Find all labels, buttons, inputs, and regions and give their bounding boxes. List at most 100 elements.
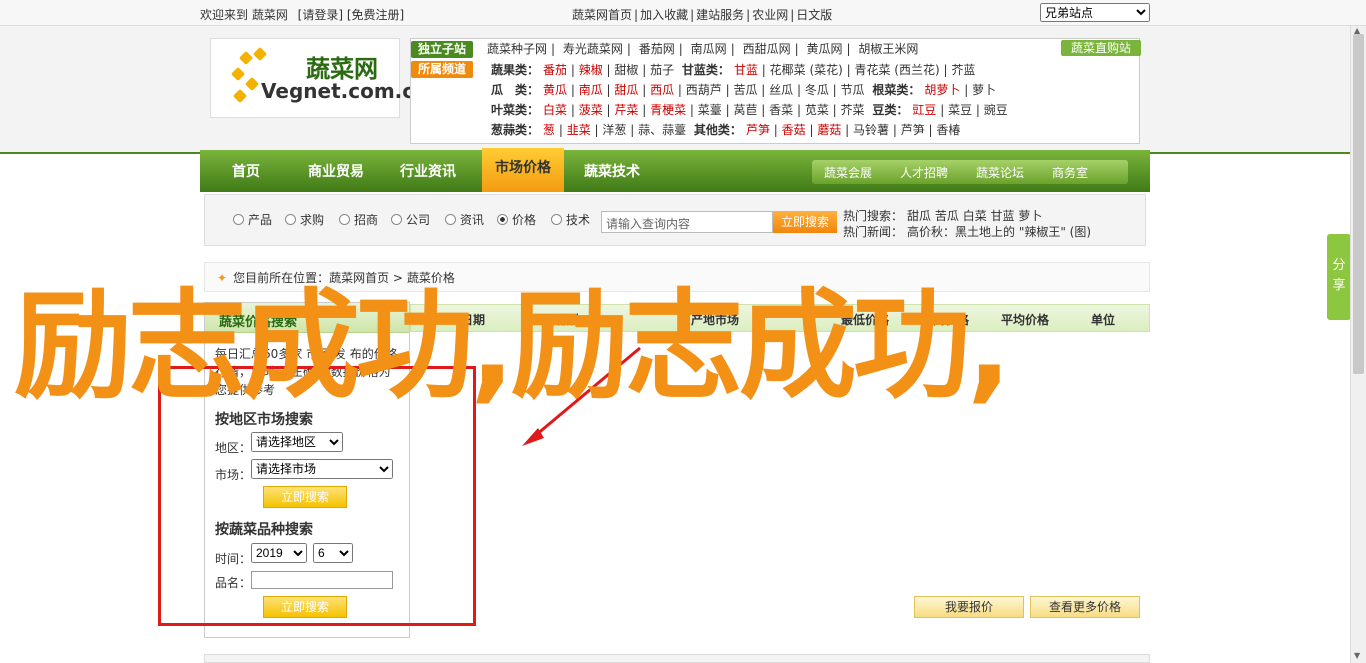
search-option-news[interactable]: 资讯 bbox=[445, 211, 484, 228]
category-link[interactable]: 苋菜 bbox=[805, 103, 829, 117]
category-link[interactable]: 冬瓜 bbox=[805, 83, 829, 97]
login-link[interactable]: [请登录] bbox=[298, 8, 343, 22]
category-link[interactable]: 蒜、蒜薹 bbox=[638, 123, 686, 137]
top-link-home[interactable]: 蔬菜网首页 bbox=[572, 8, 632, 22]
hot-news-link[interactable]: 高价秋：黑土地上的 "辣椒王" (图) bbox=[907, 225, 1091, 239]
category-link[interactable]: 甜椒 bbox=[614, 63, 638, 77]
category-link[interactable]: 辣椒 bbox=[579, 63, 603, 77]
search-input[interactable]: 请输入查询内容 bbox=[601, 211, 773, 233]
hot-term[interactable]: 白菜 bbox=[963, 209, 987, 223]
category-link[interactable]: 黄瓜 bbox=[543, 83, 567, 97]
site-link[interactable]: 胡椒王米网 bbox=[858, 42, 918, 56]
category-link[interactable]: 马铃薯 bbox=[853, 123, 889, 137]
top-link-favorite[interactable]: 加入收藏 bbox=[640, 8, 688, 22]
top-link-japanese[interactable]: 日文版 bbox=[796, 8, 832, 22]
subnav-forum[interactable]: 蔬菜论坛 bbox=[976, 164, 1024, 181]
nav-prices[interactable]: 市场价格 bbox=[482, 148, 564, 192]
category-row-melon: 瓜 类： 黄瓜 | 南瓜 | 甜瓜 | 西瓜 | 西葫芦 | 苦瓜 | 丝瓜 | … bbox=[491, 83, 997, 97]
category-link[interactable]: 芦笋 bbox=[901, 123, 925, 137]
category-link[interactable]: 豌豆 bbox=[984, 103, 1008, 117]
category-link[interactable]: 青梗菜 bbox=[650, 103, 686, 117]
subnav-expo[interactable]: 蔬菜会展 bbox=[824, 164, 872, 181]
share-button[interactable]: 分享 bbox=[1327, 234, 1351, 320]
category-link[interactable]: 菜薹 bbox=[698, 103, 722, 117]
search-option-buy[interactable]: 求购 bbox=[285, 211, 324, 228]
news-label: 热门新闻： bbox=[843, 225, 904, 239]
category-link[interactable]: 青花菜 (西兰花) bbox=[854, 63, 939, 77]
category-link[interactable]: 菠菜 bbox=[579, 103, 603, 117]
category-link[interactable]: 芥菜 bbox=[841, 103, 865, 117]
category-link[interactable]: 韭菜 bbox=[567, 123, 591, 137]
category-link[interactable]: 香椿 bbox=[936, 123, 960, 137]
category-link[interactable]: 豇豆 bbox=[912, 103, 936, 117]
subnav-office[interactable]: 商务室 bbox=[1052, 164, 1088, 181]
category-link[interactable]: 莴苣 bbox=[733, 103, 757, 117]
category-link[interactable]: 花椰菜 (菜花) bbox=[770, 63, 843, 77]
category-heading: 甘蓝类： bbox=[681, 63, 730, 77]
top-link-sep: | bbox=[790, 8, 795, 22]
category-link[interactable]: 葱 bbox=[543, 123, 555, 137]
category-link[interactable]: 萝卜 bbox=[972, 83, 996, 97]
category-link[interactable]: 丝瓜 bbox=[769, 83, 793, 97]
category-link[interactable]: 白菜 bbox=[543, 103, 567, 117]
quote-button[interactable]: 我要报价 bbox=[914, 596, 1024, 618]
category-link[interactable]: 节瓜 bbox=[841, 83, 865, 97]
category-link[interactable]: 番茄 bbox=[543, 63, 567, 77]
sub-nav: 蔬菜会展 人才招聘 蔬菜论坛 商务室 bbox=[812, 160, 1128, 184]
category-link[interactable]: 菜豆 bbox=[948, 103, 972, 117]
site-logo[interactable]: 蔬菜网 Vegnet.com.cn bbox=[210, 38, 428, 118]
category-link[interactable]: 香菇 bbox=[782, 123, 806, 137]
category-row-onion: 葱蒜类：葱 | 韭菜 | 洋葱 | 蒜、蒜薹 其他类： 芦笋 | 香菇 | 蘑菇 … bbox=[491, 123, 961, 137]
search-option-invest[interactable]: 招商 bbox=[339, 211, 378, 228]
sister-site-select[interactable]: 兄弟站点 bbox=[1040, 3, 1150, 22]
site-link[interactable]: 南瓜网 bbox=[691, 42, 727, 56]
category-link[interactable]: 芥蓝 bbox=[951, 63, 975, 77]
category-link[interactable]: 芦笋 bbox=[746, 123, 770, 137]
top-link-build[interactable]: 建站服务 bbox=[696, 8, 744, 22]
category-link[interactable]: 苦瓜 bbox=[733, 83, 757, 97]
site-link[interactable]: 黄瓜网 bbox=[806, 42, 842, 56]
radio-label: 求购 bbox=[300, 213, 325, 227]
search-option-product[interactable]: 产品 bbox=[233, 211, 272, 228]
category-link[interactable]: 西葫芦 bbox=[686, 83, 722, 97]
top-link-sep: | bbox=[746, 8, 751, 22]
category-link[interactable]: 蘑菇 bbox=[817, 123, 841, 137]
register-link[interactable]: [免费注册] bbox=[347, 8, 404, 22]
category-link[interactable]: 西瓜 bbox=[650, 83, 674, 97]
category-link[interactable]: 茄子 bbox=[650, 63, 674, 77]
search-button[interactable]: 立即搜索 bbox=[773, 211, 837, 233]
category-link[interactable]: 甜瓜 bbox=[614, 83, 638, 97]
site-link[interactable]: 寿光蔬菜网 bbox=[563, 42, 623, 56]
category-link[interactable]: 芹菜 bbox=[614, 103, 638, 117]
category-link[interactable]: 南瓜 bbox=[579, 83, 603, 97]
category-link[interactable]: 胡萝卜 bbox=[924, 83, 960, 97]
more-prices-button[interactable]: 查看更多价格 bbox=[1030, 596, 1140, 618]
top-link-agri[interactable]: 农业网 bbox=[752, 8, 788, 22]
search-option-company[interactable]: 公司 bbox=[391, 211, 430, 228]
hot-term[interactable]: 甘蓝 bbox=[991, 209, 1015, 223]
nav-home[interactable]: 首页 bbox=[232, 161, 260, 181]
hot-term[interactable]: 苦瓜 bbox=[935, 209, 959, 223]
site-link[interactable]: 西甜瓜网 bbox=[743, 42, 791, 56]
radio-label: 价格 bbox=[512, 213, 537, 227]
vertical-scrollbar[interactable]: ▲ ▼ bbox=[1350, 26, 1366, 663]
hot-term[interactable]: 甜瓜 bbox=[907, 209, 931, 223]
subnav-jobs[interactable]: 人才招聘 bbox=[900, 164, 948, 181]
top-links: 蔬菜网首页 | 加入收藏 | 建站服务 | 农业网 | 日文版 bbox=[572, 6, 832, 23]
search-option-tech[interactable]: 技术 bbox=[551, 211, 590, 228]
direct-buy-button[interactable]: 蔬菜直购站 bbox=[1061, 40, 1141, 56]
site-link[interactable]: 蔬菜种子网 bbox=[487, 42, 547, 56]
category-link[interactable]: 甘蓝 bbox=[734, 63, 758, 77]
overlay-watermark-text: 励志成功,励志成功, bbox=[14, 277, 1012, 415]
search-option-price[interactable]: 价格 bbox=[497, 211, 536, 228]
top-bar: 欢迎来到 蔬菜网 [请登录] [免费注册] 蔬菜网首页 | 加入收藏 | 建站服务 | 农业… bbox=[0, 0, 1366, 26]
category-link[interactable]: 洋葱 bbox=[602, 123, 626, 137]
nav-news[interactable]: 行业资讯 bbox=[400, 161, 456, 181]
scroll-thumb[interactable] bbox=[1353, 34, 1364, 374]
nav-trade[interactable]: 商业贸易 bbox=[308, 161, 364, 181]
nav-tech[interactable]: 蔬菜技术 bbox=[584, 161, 640, 181]
scroll-down-icon[interactable]: ▼ bbox=[1354, 651, 1360, 660]
hot-term[interactable]: 萝卜 bbox=[1018, 209, 1042, 223]
category-link[interactable]: 香菜 bbox=[769, 103, 793, 117]
site-link[interactable]: 番茄网 bbox=[639, 42, 675, 56]
